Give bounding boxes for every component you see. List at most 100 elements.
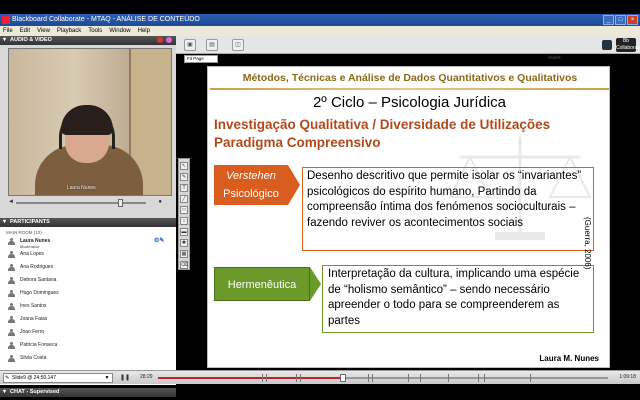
hermeneutica-arrow [310, 267, 321, 301]
pointer-tool-icon[interactable]: ↖ [180, 162, 188, 170]
text-tool-icon[interactable]: T [180, 184, 188, 192]
hermeneutica-label: Hermenêutica [214, 267, 310, 301]
participants-panel: MAIN ROOM (10) Laura Nunes Moderator ⚙✎ … [0, 227, 176, 385]
verstehen-label-a: Verstehen [226, 170, 276, 182]
whiteboard-tools-button[interactable]: ▣ [184, 39, 196, 51]
user-icon [8, 316, 15, 323]
menu-window[interactable]: Window [109, 26, 130, 36]
timeline-marker[interactable] [368, 374, 369, 382]
participant-item[interactable]: Ana Rodrigues [0, 263, 176, 276]
app-share-button[interactable]: ▤ [206, 39, 218, 51]
menu-view[interactable]: View [37, 26, 50, 36]
participants-header[interactable]: PARTICIPANTS [0, 218, 176, 227]
web-tour-button[interactable]: ◫ [232, 39, 244, 51]
moderator-tools-icon[interactable]: ⚙✎ [154, 237, 164, 245]
timeline-marker[interactable] [300, 374, 301, 382]
participants-title: PARTICIPANTS [10, 219, 50, 225]
ellipse-tool-icon[interactable]: ○ [180, 217, 188, 225]
timeline-marker[interactable] [266, 374, 267, 382]
eraser-tool-icon[interactable]: ⌫ [180, 261, 188, 269]
speaker-icon[interactable]: ◄ [8, 199, 14, 205]
video-caption: Laura Nunes [67, 185, 96, 191]
maximize-button[interactable]: □ [615, 15, 626, 25]
left-panel: AUDIO & VIDEO Laura Nunes ◄ ● PARTICIPAN… [0, 36, 176, 397]
participant-item[interactable]: Debora Santana [0, 276, 176, 289]
participant-item[interactable]: Joana Faias [0, 315, 176, 328]
participant-list: Laura Nunes Moderator ⚙✎ Ana Lopes Ana R… [0, 237, 176, 367]
participant-item[interactable]: Patricia Fonseca [0, 341, 176, 354]
timeline-marker[interactable] [448, 374, 449, 382]
mic-icon[interactable]: ● [158, 199, 162, 205]
menu-edit[interactable]: Edit [20, 26, 30, 36]
user-icon [8, 303, 15, 310]
volume-track[interactable] [16, 202, 146, 204]
av-status-icons [157, 37, 172, 43]
app-window: Blackboard Collaborate - MTAQ - ANÁLISE … [0, 0, 640, 400]
menu-file[interactable]: File [3, 26, 13, 36]
slide-tab[interactable]: Slide9 [548, 55, 561, 60]
participant-name: Joana Faias [20, 316, 48, 322]
slide-title: 2º Ciclo – Psicologia Jurídica [312, 94, 507, 111]
timeline-marker[interactable] [296, 374, 297, 382]
participant-name: Patricia Fonseca [20, 342, 58, 348]
chevron-down-icon[interactable]: ▼ [103, 374, 111, 382]
rectangle-tool-icon[interactable]: □ [180, 206, 188, 214]
audio-video-header[interactable]: AUDIO & VIDEO [0, 36, 176, 45]
citation: (Guerra, 2006) [583, 217, 592, 270]
volume-slider-handle[interactable] [118, 199, 123, 207]
pen-tool-icon[interactable]: ✎ [180, 173, 188, 181]
line-tool-icon[interactable]: ╱ [180, 195, 188, 203]
total-time: 1:09:18 [619, 374, 636, 380]
video-feed: Laura Nunes [8, 48, 172, 196]
menu-tools[interactable]: Tools [88, 26, 102, 36]
user-icon [8, 355, 15, 362]
slide-subtitle-2: Paradigma Compreensivo [214, 135, 381, 150]
participant-item[interactable]: Laura Nunes Moderator ⚙✎ [0, 237, 176, 250]
participant-name: Ines Santos [20, 303, 47, 309]
participant-item[interactable]: Ines Santos [0, 302, 176, 315]
mic-status-icon[interactable] [157, 37, 163, 43]
timeline-markers [158, 374, 608, 382]
mouse-cursor-icon: ↖ [190, 326, 197, 335]
timeline-marker[interactable] [530, 374, 531, 382]
zoom-select[interactable]: Fit Page [184, 55, 218, 63]
highlighter-tool-icon[interactable]: ▬ [180, 228, 188, 236]
hermeneutica-description: Interpretação da cultura, implicando uma… [322, 265, 594, 333]
timeline-marker[interactable] [408, 374, 409, 382]
menu-help[interactable]: Help [138, 26, 150, 36]
current-time: 28:29 [140, 374, 153, 380]
layout-icon[interactable] [602, 40, 612, 50]
playback-timeline[interactable] [158, 374, 608, 382]
participant-item[interactable]: Ana Lopes [0, 250, 176, 263]
timeline-marker[interactable] [262, 374, 263, 382]
verstehen-label-b: Psicológico [223, 188, 279, 200]
chat-header[interactable]: CHAT - Supervised [0, 388, 176, 397]
slide-select[interactable]: ✎ Slide9 @ 24:50.147 ▼ [3, 373, 113, 383]
user-icon [8, 238, 15, 245]
chat-title: CHAT - Supervised [10, 389, 60, 395]
menu-playback[interactable]: Playback [57, 26, 81, 36]
timeline-handle[interactable] [339, 374, 346, 382]
user-icon [8, 329, 15, 336]
participant-name: Joao Ferro [20, 329, 45, 335]
screenshot-tool-icon[interactable]: ▦ [180, 250, 188, 258]
timeline-marker[interactable] [478, 374, 479, 382]
participant-item[interactable]: Hugo Domingues [0, 289, 176, 302]
participant-item[interactable]: Joao Ferro [0, 328, 176, 341]
brand-logo: Bb Collaborate [616, 38, 640, 52]
camera-status-icon[interactable] [166, 37, 172, 43]
user-icon [8, 264, 15, 271]
timeline-marker[interactable] [420, 374, 421, 382]
pencil-icon: ✎ [5, 375, 10, 381]
presentation-slide: Métodos, Técnicas e Análise de Dados Qua… [207, 66, 610, 368]
timeline-marker[interactable] [484, 374, 485, 382]
minimize-button[interactable]: _ [603, 15, 614, 25]
timeline-marker[interactable] [372, 374, 373, 382]
pause-button[interactable]: ❚❚ [120, 374, 130, 381]
window-controls: _ □ × [603, 15, 638, 25]
title-bar: Blackboard Collaborate - MTAQ - ANÁLISE … [0, 14, 640, 26]
participant-name: Hugo Domingues [20, 290, 59, 296]
participant-item[interactable]: Silvia Costa [0, 354, 176, 367]
clipart-tool-icon[interactable]: ✱ [180, 239, 188, 247]
close-button[interactable]: × [627, 15, 638, 25]
